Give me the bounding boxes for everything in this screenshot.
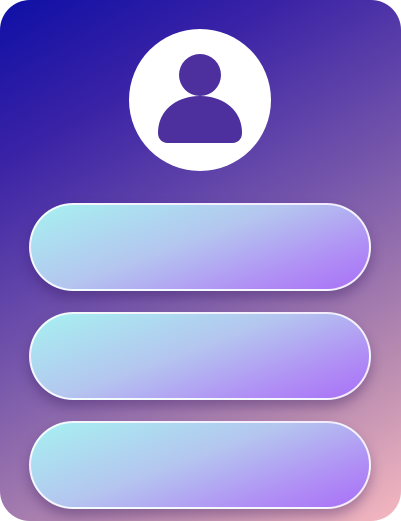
avatar[interactable] bbox=[129, 29, 271, 171]
menu-button-1[interactable] bbox=[29, 203, 371, 291]
profile-card bbox=[0, 0, 401, 521]
menu-button-2[interactable] bbox=[29, 312, 371, 400]
user-icon bbox=[158, 54, 242, 143]
menu-button-3[interactable] bbox=[29, 421, 371, 509]
